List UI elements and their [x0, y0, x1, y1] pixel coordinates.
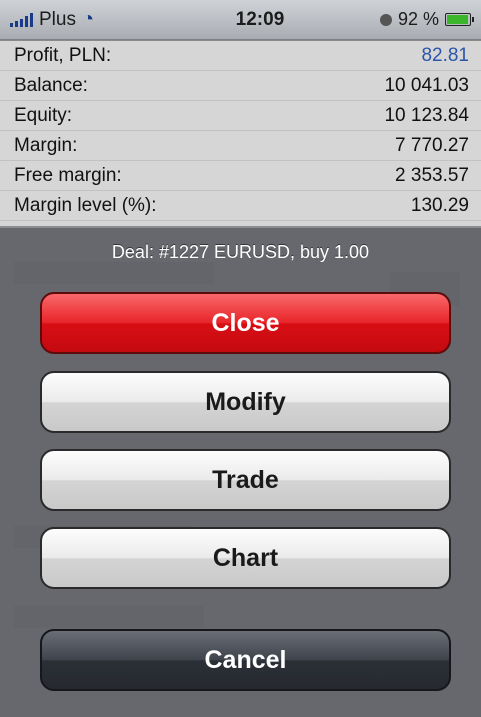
- summary-label: Equity:: [14, 104, 73, 126]
- summary-value: 10 123.84: [384, 104, 469, 126]
- summary-row-margin-level: Margin level (%): 130.29: [0, 191, 481, 221]
- summary-value: 7 770.27: [395, 134, 469, 156]
- action-sheet-title: Deal: #1227 EURUSD, buy 1.00: [111, 242, 370, 262]
- summary-row-margin: Margin: 7 770.27: [0, 131, 481, 161]
- summary-row-free-margin: Free margin: 2 353.57: [0, 161, 481, 191]
- chart-button[interactable]: Chart: [40, 527, 451, 589]
- summary-label: Balance:: [14, 74, 88, 96]
- account-summary: Profit, PLN: 82.81 Balance: 10 041.03 Eq…: [0, 41, 481, 226]
- status-bar: Plus ◔ 12:09 92 %: [0, 0, 481, 40]
- signal-strength-icon: [10, 12, 33, 27]
- trade-button[interactable]: Trade: [40, 449, 451, 511]
- battery-percent: 92 %: [397, 9, 439, 29]
- orientation-lock-icon: [379, 13, 392, 26]
- summary-label: Margin:: [14, 134, 78, 156]
- battery-icon: [445, 13, 474, 26]
- summary-label: Profit, PLN:: [14, 44, 112, 66]
- summary-label: Margin level (%):: [14, 194, 157, 216]
- summary-value: 82.81: [421, 44, 469, 66]
- summary-row-balance: Balance: 10 041.03: [0, 71, 481, 101]
- close-button[interactable]: Close: [40, 292, 451, 354]
- modify-button[interactable]: Modify: [40, 371, 451, 433]
- wifi-icon: ◔: [81, 8, 95, 30]
- summary-value: 130.29: [410, 194, 469, 216]
- summary-value: 10 041.03: [384, 74, 469, 96]
- status-time: 12:09: [235, 8, 285, 30]
- summary-row-equity: Equity: 10 123.84: [0, 101, 481, 131]
- action-sheet: Deal: #1227 EURUSD, buy 1.00 Close Modif…: [0, 226, 481, 717]
- summary-row-profit: Profit, PLN: 82.81: [0, 41, 481, 71]
- cancel-button[interactable]: Cancel: [40, 629, 451, 691]
- summary-value: 2 353.57: [395, 164, 469, 186]
- carrier-name: Plus: [39, 8, 76, 30]
- summary-label: Free margin:: [14, 164, 122, 186]
